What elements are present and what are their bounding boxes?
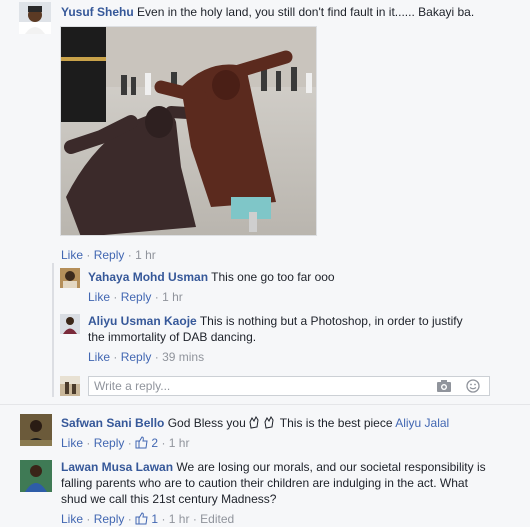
- reply-link[interactable]: Reply: [121, 290, 152, 304]
- comment: Lawan Musa Lawan We are losing our moral…: [61, 459, 526, 507]
- reply-author[interactable]: Yahaya Mohd Usman: [88, 270, 208, 284]
- camera-icon[interactable]: [436, 379, 452, 393]
- comment-author[interactable]: Lawan Musa Lawan: [61, 460, 173, 474]
- comment-text-line-3: shud we call this 21st century Madness?: [61, 492, 277, 506]
- reply-author[interactable]: Aliyu Usman Kaoje: [88, 314, 197, 328]
- comment-text: Even in the holy land, you still don't f…: [137, 5, 475, 19]
- comment-time[interactable]: 1 hr: [169, 512, 190, 526]
- reply-actions: Like · Reply · 39 mins: [88, 350, 205, 364]
- comment-author[interactable]: Yusuf Shehu: [61, 5, 134, 19]
- reply-input-box[interactable]: [88, 376, 490, 396]
- comment-divider: [0, 404, 530, 405]
- reply-time[interactable]: 39 mins: [162, 350, 204, 364]
- comment-photo[interactable]: [60, 26, 317, 236]
- comment-time[interactable]: 1 hr: [169, 436, 190, 450]
- reply-actions: Like · Reply · 1 hr: [88, 290, 183, 304]
- comment-text-a: God Bless you: [167, 416, 246, 430]
- comment-time[interactable]: 1 hr: [135, 248, 156, 262]
- reply-link[interactable]: Reply: [121, 350, 152, 364]
- comment-text-b: This is the best piece: [279, 416, 393, 430]
- comment: Yusuf Shehu Even in the holy land, you s…: [61, 4, 521, 20]
- avatar[interactable]: [19, 2, 51, 34]
- like-link[interactable]: Like: [88, 290, 110, 304]
- reply-text-line-1: This is nothing but a Photoshop, in orde…: [199, 314, 463, 328]
- reply-input[interactable]: [94, 379, 424, 393]
- clapping-hands-emoji: [249, 416, 280, 430]
- like-link[interactable]: Like: [61, 436, 83, 450]
- reply: Aliyu Usman Kaoje This is nothing but a …: [88, 313, 508, 345]
- thumbs-up-icon: [135, 436, 148, 449]
- reply-thread-line: [52, 263, 54, 397]
- avatar[interactable]: [60, 314, 80, 334]
- comment-text-line-1: We are losing our morals, and our societ…: [176, 460, 486, 474]
- reply: Yahaya Mohd Usman This one go too far oo…: [88, 269, 518, 285]
- comment-actions: Like · Reply · 1 hr: [61, 248, 156, 262]
- avatar[interactable]: [20, 460, 52, 492]
- comment-author[interactable]: Safwan Sani Bello: [61, 416, 164, 430]
- avatar[interactable]: [60, 268, 80, 288]
- like-link[interactable]: Like: [61, 512, 83, 526]
- reply-text: This one go too far ooo: [211, 270, 335, 284]
- like-count[interactable]: 2: [135, 436, 161, 450]
- like-link[interactable]: Like: [61, 248, 83, 262]
- comment: Safwan Sani Bello God Bless you This is …: [61, 415, 521, 431]
- thumbs-up-icon: [135, 512, 148, 525]
- comment-actions: Like · Reply · 2 · 1 hr: [61, 436, 190, 450]
- avatar[interactable]: [20, 414, 52, 446]
- reply-link[interactable]: Reply: [94, 248, 125, 262]
- reply-link[interactable]: Reply: [94, 436, 125, 450]
- like-link[interactable]: Like: [88, 350, 110, 364]
- mention-link[interactable]: Aliyu Jalal: [395, 416, 449, 430]
- avatar: [60, 376, 80, 396]
- reply-link[interactable]: Reply: [94, 512, 125, 526]
- comment-actions: Like · Reply · 1 · 1 hr · Edited: [61, 512, 235, 526]
- comment-text-line-2: falling parents who are to caution their…: [61, 476, 468, 490]
- edited-label[interactable]: Edited: [200, 512, 234, 526]
- emoji-icon[interactable]: [465, 379, 481, 393]
- like-count[interactable]: 1: [135, 512, 161, 526]
- reply-text-line-2: the immortality of DAB dancing.: [88, 330, 257, 344]
- reply-time[interactable]: 1 hr: [162, 290, 183, 304]
